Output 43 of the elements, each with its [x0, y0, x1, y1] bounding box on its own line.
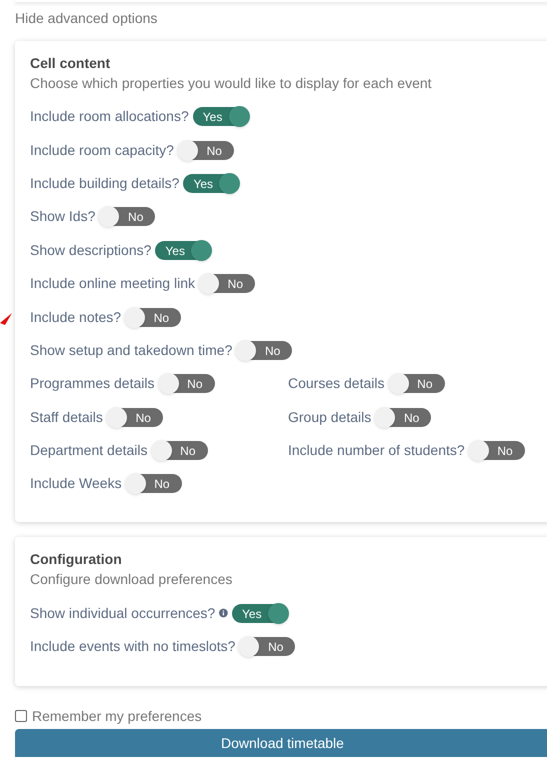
option-label: Programmes details	[30, 374, 154, 394]
toggle-switch[interactable]: No	[152, 441, 208, 460]
option-label: Include Weeks	[30, 474, 122, 494]
toggle-switch[interactable]: Yes	[232, 604, 288, 623]
hide-options-link[interactable]: Hide advanced options	[15, 10, 158, 26]
toggle-switch[interactable]: No	[99, 207, 156, 226]
card-title: Configuration	[30, 550, 123, 569]
option-label: Include building details?	[30, 174, 180, 193]
card-title: Cell content	[30, 54, 112, 73]
option-label: Courses details	[288, 374, 384, 394]
option-label: Department details	[30, 441, 148, 460]
toggle-switch[interactable]: No	[126, 474, 182, 494]
option-label: Show descriptions?	[30, 240, 152, 260]
toggle-switch[interactable]: No	[178, 140, 234, 160]
pointer-mark-icon	[0, 313, 12, 325]
remember-label: Remember my preferences	[32, 706, 202, 726]
toggle-switch[interactable]: No	[239, 637, 296, 656]
toggle-switch[interactable]: No	[158, 374, 214, 394]
option-label: Include room capacity?	[30, 140, 174, 160]
toggle-switch[interactable]: No	[106, 408, 163, 427]
toggle-switch[interactable]: No	[236, 340, 292, 360]
option-label: Show Ids?	[30, 207, 96, 226]
toggle-switch[interactable]: Yes	[192, 107, 249, 126]
option-label: Group details	[288, 408, 372, 427]
option-label: Show setup and takedown time?	[30, 340, 232, 360]
option-label: Include notes?	[30, 308, 122, 327]
toggle-switch[interactable]: Yes	[155, 240, 212, 260]
toggle-switch[interactable]: Yes	[183, 174, 240, 193]
toggle-switch[interactable]: No	[375, 408, 432, 427]
option-label: Staff details	[30, 408, 103, 427]
card-description: Choose which properties you would like to display for each event	[30, 74, 433, 93]
toggle-switch[interactable]: No	[125, 308, 182, 327]
card-description: Configure download preferences	[30, 570, 234, 589]
toggle-switch[interactable]: No	[468, 441, 525, 460]
option-label: Include events with no timeslots?	[30, 637, 236, 656]
option-label: Show individual occurrences?	[30, 604, 216, 623]
toggle-switch[interactable]: No	[199, 274, 255, 294]
toggle-switch[interactable]: No	[388, 374, 444, 394]
option-label: Include number of students?	[288, 441, 465, 460]
remember-checkbox[interactable]	[15, 710, 27, 722]
option-label: Include room allocations?	[30, 107, 189, 126]
download-button[interactable]: Download timetable	[15, 729, 547, 758]
option-label: Include online meeting link	[30, 274, 195, 294]
